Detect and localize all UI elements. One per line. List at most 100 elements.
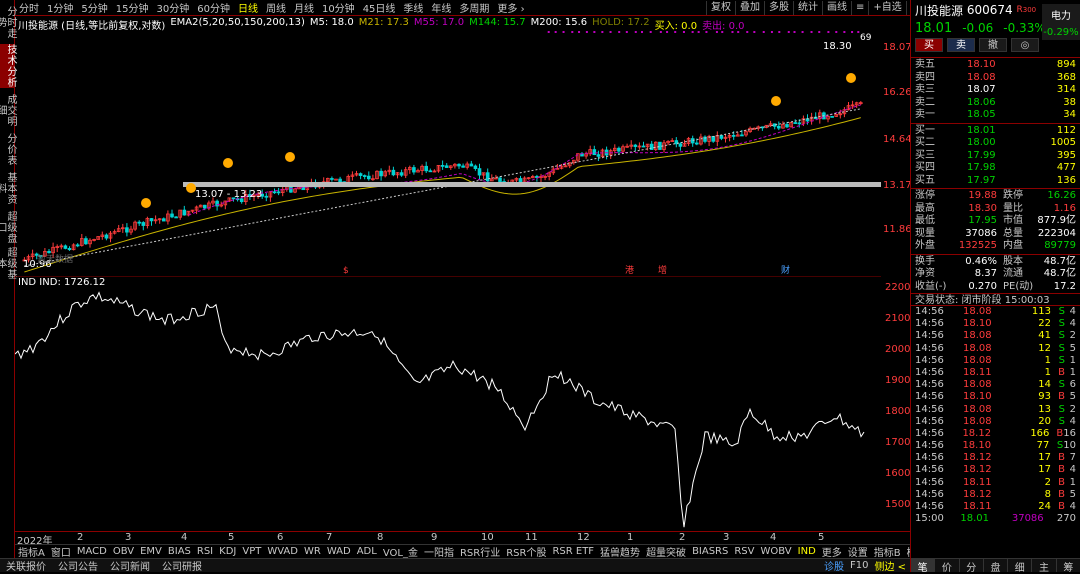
ind-tab-15[interactable]: RSR行业 <box>457 544 503 559</box>
right-tab-3[interactable]: 盘 <box>984 559 1009 574</box>
tick-side: S <box>1058 306 1065 317</box>
bids-row[interactable]: 买一 18.01 112 <box>911 125 1080 138</box>
statistics-button[interactable]: 统计 <box>793 1 822 15</box>
tab-timeshare[interactable]: 分时走势 <box>0 2 16 42</box>
period-5min[interactable]: 5分钟 <box>77 0 111 15</box>
ind-tab-21[interactable]: RSV <box>731 546 757 557</box>
period-monthly[interactable]: 月线 <box>290 0 318 15</box>
cancel-order-button[interactable]: 撤 <box>979 38 1007 52</box>
period-1min[interactable]: 1分钟 <box>43 0 77 15</box>
stock-name: 川投能源 <box>915 3 964 18</box>
stat-row: 净资 8.37 流通 48.7亿 <box>911 268 1080 281</box>
ind-tab-6[interactable]: RSI <box>194 546 216 557</box>
tab-basic-info[interactable]: 基本资料 <box>0 168 16 208</box>
ind-tab-14[interactable]: 一阳指 <box>421 544 457 559</box>
ind-tab-13[interactable]: VOL_金 <box>380 544 421 559</box>
sidebar-toggle[interactable]: 侧边 < <box>874 558 906 573</box>
period-daily[interactable]: 日线 <box>234 0 262 15</box>
period-weekly[interactable]: 周线 <box>262 0 290 15</box>
ind-tab-5[interactable]: BIAS <box>165 546 194 557</box>
ma-yellow-line <box>24 117 861 273</box>
sector-box[interactable]: 电力 -0.29% <box>1042 4 1080 40</box>
stat-row: 现量 37086 总量 222304 <box>911 228 1080 241</box>
right-tab-0[interactable]: 笔 <box>911 559 936 574</box>
diagnose-link[interactable]: 诊股 <box>824 558 844 573</box>
ind-tab-9[interactable]: WVAD <box>264 546 301 557</box>
bids-row[interactable]: 买四 17.98 477 <box>911 162 1080 175</box>
ind-tab-23[interactable]: IND <box>795 546 819 557</box>
ind-tab-right-0[interactable]: 指标B <box>871 544 904 559</box>
period-15min[interactable]: 15分钟 <box>112 0 153 15</box>
ind-tab-16[interactable]: RSR个股 <box>503 544 549 559</box>
buy-button[interactable]: 买 <box>915 38 943 52</box>
right-tab-5[interactable]: 主 <box>1032 559 1057 574</box>
ind-tab-18[interactable]: 猛兽趋势 <box>597 544 643 559</box>
company-research-link[interactable]: 公司研报 <box>156 558 208 573</box>
month-label: 10 <box>481 532 494 543</box>
ind-tab-11[interactable]: WAD <box>324 546 354 557</box>
candle-body <box>75 244 80 247</box>
right-tab-2[interactable]: 分 <box>960 559 984 574</box>
period-60min[interactable]: 60分钟 <box>193 0 234 15</box>
indicator-chart[interactable] <box>15 276 881 531</box>
ind-tab-10[interactable]: WR <box>301 546 324 557</box>
ind-tab-2[interactable]: MACD <box>74 546 110 557</box>
asks-row[interactable]: 卖三 18.07 314 <box>911 84 1080 97</box>
ind-tab-25[interactable]: 设置 <box>845 544 871 559</box>
tab-technical-analysis[interactable]: 技术分析 <box>0 44 16 88</box>
right-tab-6[interactable]: 筹 <box>1057 559 1080 574</box>
tick-list[interactable]: 14:56 18.08 113 S 4 14:56 18.10 22 S 4 14:56 18.08 4… <box>911 306 1080 525</box>
related-quote-link[interactable]: 关联报价 <box>0 558 52 573</box>
fuquan-button[interactable]: 复权 <box>706 1 735 15</box>
asks-row[interactable]: 卖二 18.06 38 <box>911 97 1080 110</box>
candlestick-chart[interactable]: 13.07 - 13.23 18.30 69 10.96 暂无数据 $ 港 增 … <box>15 30 881 274</box>
f10-link[interactable]: F10 <box>850 560 868 571</box>
ind-tab-8[interactable]: VPT <box>239 546 264 557</box>
tab-trade-detail[interactable]: 成交明细 <box>0 90 16 130</box>
bids-row[interactable]: 买五 17.97 136 <box>911 175 1080 188</box>
sell-button[interactable]: 卖 <box>947 38 975 52</box>
ind-tab-17[interactable]: RSR ETF <box>549 546 597 557</box>
period-30min[interactable]: 30分钟 <box>152 0 193 15</box>
tab-price-table[interactable]: 分价表 <box>0 132 16 166</box>
draw-line-button[interactable]: 画线 <box>822 1 851 15</box>
period-more[interactable]: 更多 › <box>493 0 528 15</box>
menu-icon[interactable]: ≡ <box>851 1 868 15</box>
tick-volume: 22 <box>1038 318 1051 330</box>
ind-tab-12[interactable]: ADL <box>354 546 380 557</box>
signal-badge <box>846 73 856 83</box>
period-45day[interactable]: 45日线 <box>359 0 400 15</box>
target-icon[interactable]: ◎ <box>1011 38 1039 52</box>
asks-row[interactable]: 卖五 18.10 894 <box>911 59 1080 72</box>
ind-tab-22[interactable]: WOBV <box>758 546 795 557</box>
price-tick: 16.26 <box>883 87 912 98</box>
asks-row[interactable]: 卖四 18.08 368 <box>911 72 1080 85</box>
candle-body <box>793 122 797 124</box>
ind-tab-19[interactable]: 超量突破 <box>643 544 689 559</box>
period-10min[interactable]: 10分钟 <box>318 0 359 15</box>
ind-tab-0[interactable]: 指标A <box>15 544 48 559</box>
period-yearly[interactable]: 年线 <box>427 0 455 15</box>
ind-tab-24[interactable]: 更多 <box>819 544 845 559</box>
bids-row[interactable]: 买三 17.99 395 <box>911 150 1080 163</box>
company-announcement-link[interactable]: 公司公告 <box>52 558 104 573</box>
tab-super-basic[interactable]: 超级基本 <box>0 246 16 280</box>
ind-tab-20[interactable]: BIASRS <box>689 546 731 557</box>
ind-tab-7[interactable]: KDJ <box>216 546 239 557</box>
period-fenshi[interactable]: 分时 <box>15 0 43 15</box>
bids-row[interactable]: 买二 18.00 1005 <box>911 137 1080 150</box>
asks-row[interactable]: 卖一 18.05 34 <box>911 109 1080 122</box>
company-news-link[interactable]: 公司新闻 <box>104 558 156 573</box>
overlay-button[interactable]: 叠加 <box>735 1 764 15</box>
ind-tab-3[interactable]: OBV <box>110 546 137 557</box>
tab-super-handicap[interactable]: 超级盘口 <box>0 210 16 244</box>
candle-body <box>334 178 338 181</box>
multi-stock-button[interactable]: 多股 <box>764 1 793 15</box>
ind-tab-1[interactable]: 窗口 <box>48 544 74 559</box>
period-multi[interactable]: 多周期 <box>455 0 493 15</box>
right-tab-1[interactable]: 价 <box>935 559 960 574</box>
add-watchlist-button[interactable]: +自选 <box>868 1 905 15</box>
ind-tab-4[interactable]: EMV <box>137 546 165 557</box>
period-quarterly[interactable]: 季线 <box>399 0 427 15</box>
right-tab-4[interactable]: 细 <box>1008 559 1033 574</box>
